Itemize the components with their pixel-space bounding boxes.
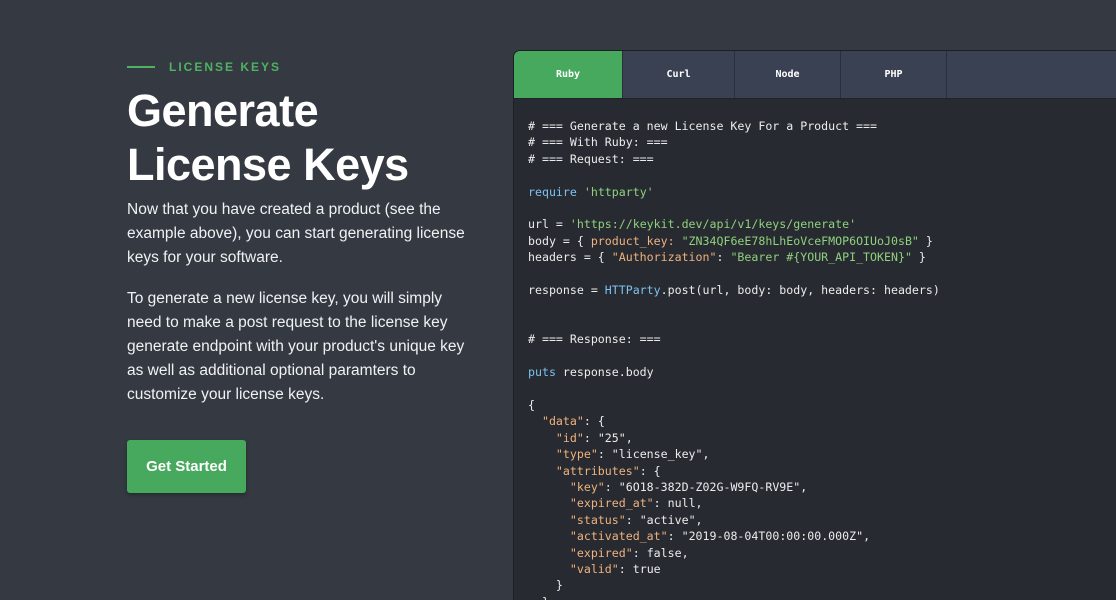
code-key: "expired" (569, 545, 633, 560)
code-key: "expired_at" (569, 496, 654, 511)
code-comment: # === Generate a new License Key For a P… (528, 119, 878, 133)
code-comment: # === Response: === (528, 332, 661, 347)
tab-php[interactable]: PHP (841, 51, 947, 98)
code-key: "data" (541, 414, 584, 429)
code-text: headers = { (528, 250, 612, 265)
code-text: .post(url, body: body, headers: headers) (660, 283, 940, 298)
code-key: "key" (569, 479, 605, 494)
page: LICENSE KEYS Generate License Keys Now t… (0, 0, 1116, 600)
code-string: "Bearer #{YOUR_API_TOKEN}" (730, 250, 912, 265)
code-text: } (918, 233, 933, 248)
code-comment: # === Request: === (528, 151, 654, 166)
code-comment: # === With Ruby: === (528, 135, 668, 150)
code-keyword: puts (528, 365, 556, 380)
code-text: response.body (555, 365, 654, 380)
page-title-line2: License Keys (127, 139, 409, 190)
tab-ruby[interactable]: Ruby (514, 51, 623, 98)
code-key: "Authorization" (611, 250, 717, 265)
code-key: "type" (555, 447, 598, 462)
code-class: HTTParty (604, 283, 661, 298)
code-key: "status" (569, 512, 626, 527)
code-block: # === Generate a new License Key For a P… (514, 99, 1116, 600)
code-key: "attributes" (555, 463, 640, 478)
code-string: 'httparty' (583, 184, 654, 199)
code-text: { (528, 397, 535, 412)
code-text: body = { (528, 233, 591, 248)
tab-node[interactable]: Node (735, 51, 841, 98)
code-key: product_key: (590, 233, 675, 248)
eyebrow: LICENSE KEYS (127, 60, 477, 74)
page-title-line1: Generate (127, 85, 319, 136)
tab-curl[interactable]: Curl (623, 51, 735, 98)
code-string: "ZN34QF6eE78hLhEoVceFMOP6OIUoJ0sB" (681, 233, 919, 248)
page-title: Generate License Keys (127, 84, 477, 192)
intro-paragraph: Now that you have created a product (see… (127, 201, 465, 266)
code-panel: Ruby Curl Node PHP # === Generate a new … (514, 51, 1116, 600)
code-value: true (632, 561, 661, 576)
code-text: url = (528, 217, 570, 232)
eyebrow-line (127, 66, 155, 68)
code-value: false (646, 545, 682, 560)
code-key: "id" (555, 430, 584, 445)
code-value: "2019-08-04T00:00:00.000Z" (681, 529, 864, 544)
hero-section: LICENSE KEYS Generate License Keys Now t… (127, 60, 477, 407)
code-string: 'https://keykit.dev/api/v1/keys/generate… (569, 217, 857, 232)
details-paragraph: To generate a new license key, you will … (127, 290, 465, 403)
code-value: "6O18-382D-Z02G-W9FQ-RV9E" (618, 479, 801, 494)
code-key: "activated_at" (569, 529, 668, 544)
get-started-button[interactable]: Get Started (127, 440, 246, 493)
code-text: } (555, 578, 563, 593)
code-value: null (667, 496, 696, 511)
code-value: "25" (597, 430, 626, 445)
code-key: "valid" (569, 561, 619, 576)
code-value: "license_key" (611, 447, 703, 462)
code-text: } (911, 250, 926, 265)
tabs-spacer (947, 51, 1116, 98)
eyebrow-label: LICENSE KEYS (169, 60, 282, 74)
code-text: } (542, 595, 549, 600)
code-text: response = (528, 283, 605, 298)
code-value: "active" (639, 512, 696, 527)
language-tabs: Ruby Curl Node PHP (514, 51, 1116, 99)
code-keyword: require (528, 184, 577, 199)
